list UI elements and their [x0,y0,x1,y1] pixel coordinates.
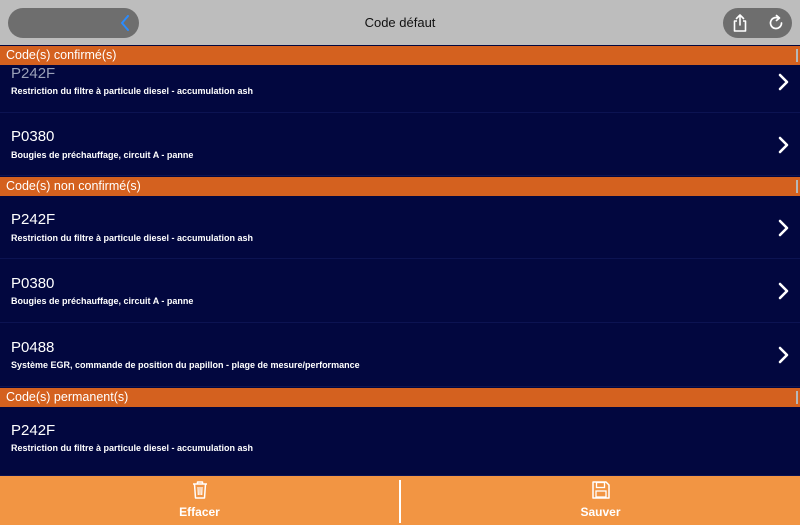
refresh-button[interactable] [767,14,785,32]
clear-button[interactable]: Effacer [0,476,399,525]
fault-description: Restriction du filtre à particule diesel… [11,443,254,453]
fault-description: Bougies de préchauffage, circuit A - pan… [11,150,194,160]
action-buttons [723,8,792,38]
trash-icon [192,481,207,499]
chevron-right-icon [778,136,789,154]
section-header-confirmed: Code(s) confirmé(s) [0,46,800,65]
share-icon [733,14,747,32]
fault-description: Restriction du filtre à particule diesel… [11,233,254,243]
chevron-right-icon [778,73,789,91]
section-header-permanent: Code(s) permanent(s) [0,388,800,407]
fault-description: Système EGR, commande de position du pap… [11,360,360,370]
list-item[interactable]: P242F Restriction du filtre à particule … [0,196,800,259]
list-item[interactable]: P242F Restriction du filtre à particule … [0,407,800,476]
share-button[interactable] [731,14,749,32]
save-button[interactable]: Sauver [401,476,800,525]
page-title: Code défaut [364,15,436,30]
list-item[interactable]: P0380 Bougies de préchauffage, circuit A… [0,259,800,323]
chevron-right-icon [778,346,789,364]
fault-code: P0380 [11,128,55,145]
list-item[interactable]: P0488 Système EGR, commande de position … [0,323,800,387]
list-item[interactable]: P242F Restriction du filtre à particule … [0,65,800,113]
fault-code: P242F [11,65,56,82]
fault-description: Restriction du filtre à particule diesel… [11,86,254,96]
clear-label: Effacer [179,505,220,519]
refresh-icon [769,14,783,30]
chevron-right-icon [778,282,789,300]
save-label: Sauver [580,505,621,519]
top-bar: Code défaut [0,0,800,45]
chevron-right-icon [778,219,789,237]
fault-code: P0380 [11,275,55,292]
floppy-disk-icon [591,481,610,499]
fault-code: P242F [11,211,56,228]
section-header-unconfirmed: Code(s) non confirmé(s) [0,177,800,196]
fault-code: P0488 [11,339,55,356]
bottom-toolbar: Effacer Sauver [0,476,800,525]
fault-code: P242F [11,422,56,439]
fault-description: Bougies de préchauffage, circuit A - pan… [11,296,194,306]
list-item[interactable]: P0380 Bougies de préchauffage, circuit A… [0,113,800,176]
